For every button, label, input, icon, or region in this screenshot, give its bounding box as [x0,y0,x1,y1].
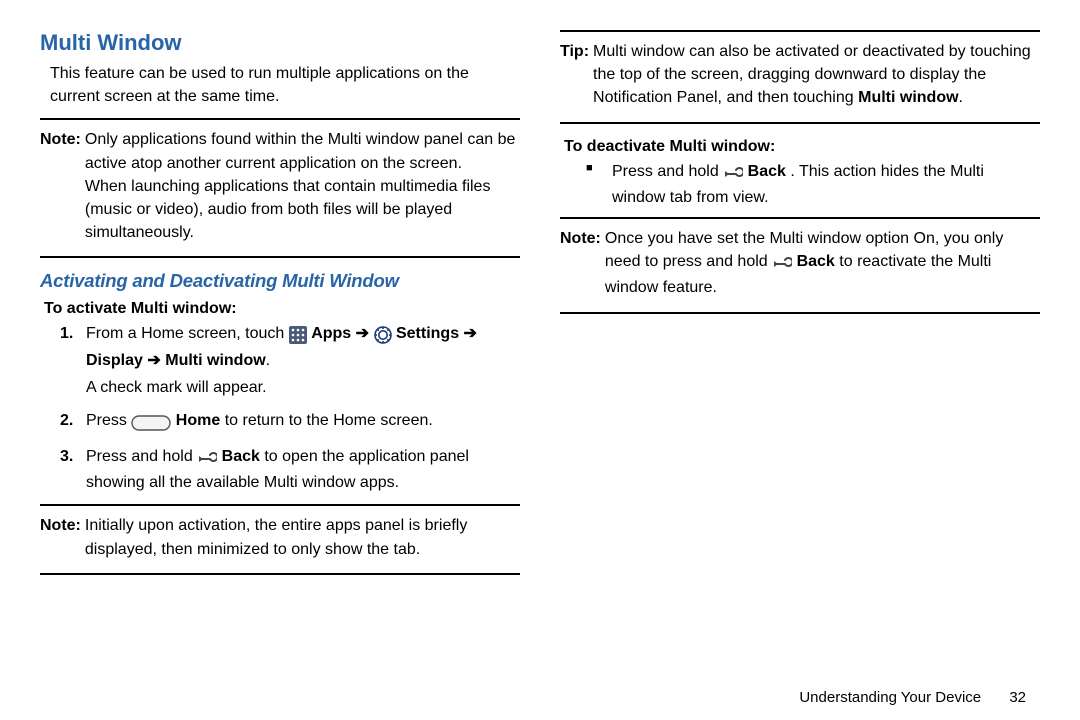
step2-text-a: Press [86,412,131,429]
note-label: Note: [40,128,85,244]
note-label: Note: [560,227,605,300]
display-label: Display [86,352,147,369]
tip-block: Tip: Multi window can also be activated … [560,30,1040,124]
note-body: Only applications found within the Multi… [85,128,520,244]
back-arrow-icon [197,448,217,471]
multiwindow-label: Multi window [165,352,265,369]
activate-heading: To activate Multi window: [44,300,520,318]
step-3: Press and hold Back to open the applicat… [60,445,520,494]
step2-text-b: to return to the Home screen. [225,412,433,429]
right-column: Tip: Multi window can also be activated … [560,30,1040,575]
period: . [266,352,270,369]
note-body: Initially upon activation, the entire ap… [85,514,520,560]
home-button-icon [131,412,171,435]
deactivate-heading: To deactivate Multi window: [564,138,1040,156]
activate-steps: From a Home screen, touch Apps ➔ Setting… [40,322,520,494]
apps-grid-icon [289,325,307,348]
settings-label: Settings [396,325,464,342]
back-label: Back [748,163,786,180]
tip-body: Multi window can also be activated or de… [593,40,1040,110]
note-body: Once you have set the Multi window optio… [605,227,1040,300]
step1-text-a: From a Home screen, touch [86,325,289,342]
page-footer: Understanding Your Device 32 [799,689,1026,706]
step-2: Press Home to return to the Home screen. [60,409,520,435]
deactivate-step: Press and hold Back . This action hides … [560,160,1040,209]
home-label: Home [176,412,220,429]
tip-label: Tip: [560,40,593,110]
left-column: Multi Window This feature can be used to… [40,30,520,575]
settings-gear-icon [374,325,392,348]
intro-text: This feature can be used to run multiple… [50,62,520,108]
note-block-3: Note: Once you have set the Multi window… [560,217,1040,314]
subsection-title: Activating and Deactivating Multi Window [40,270,520,292]
step1-tail: A check mark will appear. [86,376,520,399]
arrow-icon: ➔ [147,352,160,369]
back-label: Back [222,448,260,465]
back-arrow-icon [772,253,792,276]
arrow-icon: ➔ [464,325,477,342]
deactivate-item: Press and hold Back . This action hides … [586,160,1040,209]
note-block-2: Note: Initially upon activation, the ent… [40,504,520,574]
step3-text-a: Press and hold [86,448,197,465]
apps-label: Apps [311,325,355,342]
back-label: Back [797,253,835,270]
multiwindow-label: Multi window [858,89,958,106]
note-block-1: Note: Only applications found within the… [40,118,520,258]
back-arrow-icon [723,163,743,186]
page-title: Multi Window [40,30,520,56]
arrow-icon: ➔ [356,325,369,342]
note-label: Note: [40,514,85,560]
deact-text-a: Press and hold [612,163,723,180]
page-number: 32 [1009,689,1026,706]
footer-section: Understanding Your Device [799,689,981,706]
step-1: From a Home screen, touch Apps ➔ Setting… [60,322,520,399]
